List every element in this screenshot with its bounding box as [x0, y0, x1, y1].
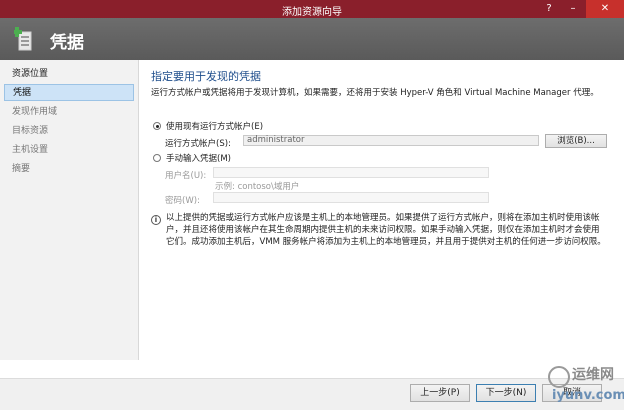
minimize-button[interactable]: –: [564, 0, 582, 18]
window-title: 添加资源向导: [282, 7, 342, 18]
username-example: 示例: contoso\域用户: [215, 182, 300, 192]
nav-item-credentials[interactable]: 凭据: [4, 84, 134, 101]
username-field[interactable]: [213, 167, 489, 178]
nav-item-summary[interactable]: 摘要: [0, 161, 136, 178]
username-label: 用户名(U):: [165, 171, 207, 181]
host-add-icon: [14, 27, 32, 51]
previous-button[interactable]: 上一步(P): [410, 384, 470, 402]
close-button[interactable]: ✕: [586, 0, 624, 18]
info-icon: i: [151, 215, 161, 225]
help-button[interactable]: ?: [540, 0, 558, 18]
nav-item-target-resources[interactable]: 目标资源: [0, 123, 136, 140]
page-title: 凭据: [50, 33, 84, 53]
watermark: 运维网 iyunv.com: [548, 364, 624, 408]
nav-item-host-settings[interactable]: 主机设置: [0, 142, 136, 159]
watermark-domain: iyunv.com: [552, 388, 624, 403]
runas-account-field[interactable]: administrator: [243, 135, 539, 146]
password-label: 密码(W):: [165, 196, 200, 206]
section-description: 运行方式帐户或凭据将用于发现计算机，如果需要，还将用于安装 Hyper-V 角色…: [151, 88, 599, 98]
password-field[interactable]: [213, 192, 489, 203]
next-button[interactable]: 下一步(N): [476, 384, 536, 402]
nav-item-discovery-scope[interactable]: 发现作用域: [0, 104, 136, 121]
use-runas-label[interactable]: 使用现有运行方式帐户(E): [166, 120, 263, 132]
wizard-content: 指定要用于发现的凭据 运行方式帐户或凭据将用于发现计算机，如果需要，还将用于安装…: [139, 60, 624, 380]
manual-credentials-radio[interactable]: [153, 154, 161, 162]
runas-account-label: 运行方式帐户(S):: [165, 139, 231, 149]
watermark-logo-icon: [548, 366, 570, 388]
wizard-footer: 上一步(P) 下一步(N) 取消: [0, 378, 624, 410]
manual-credentials-label[interactable]: 手动输入凭据(M): [166, 152, 231, 164]
use-runas-radio[interactable]: [153, 122, 161, 130]
window-titlebar: 添加资源向导 ? – ✕: [0, 0, 624, 18]
wizard-nav: 资源位置 凭据 发现作用域 目标资源 主机设置 摘要: [0, 60, 139, 360]
info-text: 以上提供的凭据或运行方式帐户应该是主机上的本地管理员。如果提供了运行方式帐户，则…: [166, 213, 606, 247]
wizard-header: 凭据: [0, 18, 624, 60]
nav-item-resource-location[interactable]: 资源位置: [0, 66, 136, 83]
section-title: 指定要用于发现的凭据: [151, 70, 261, 83]
watermark-text: 运维网: [572, 367, 614, 383]
browse-button[interactable]: 浏览(B)...: [545, 134, 607, 148]
